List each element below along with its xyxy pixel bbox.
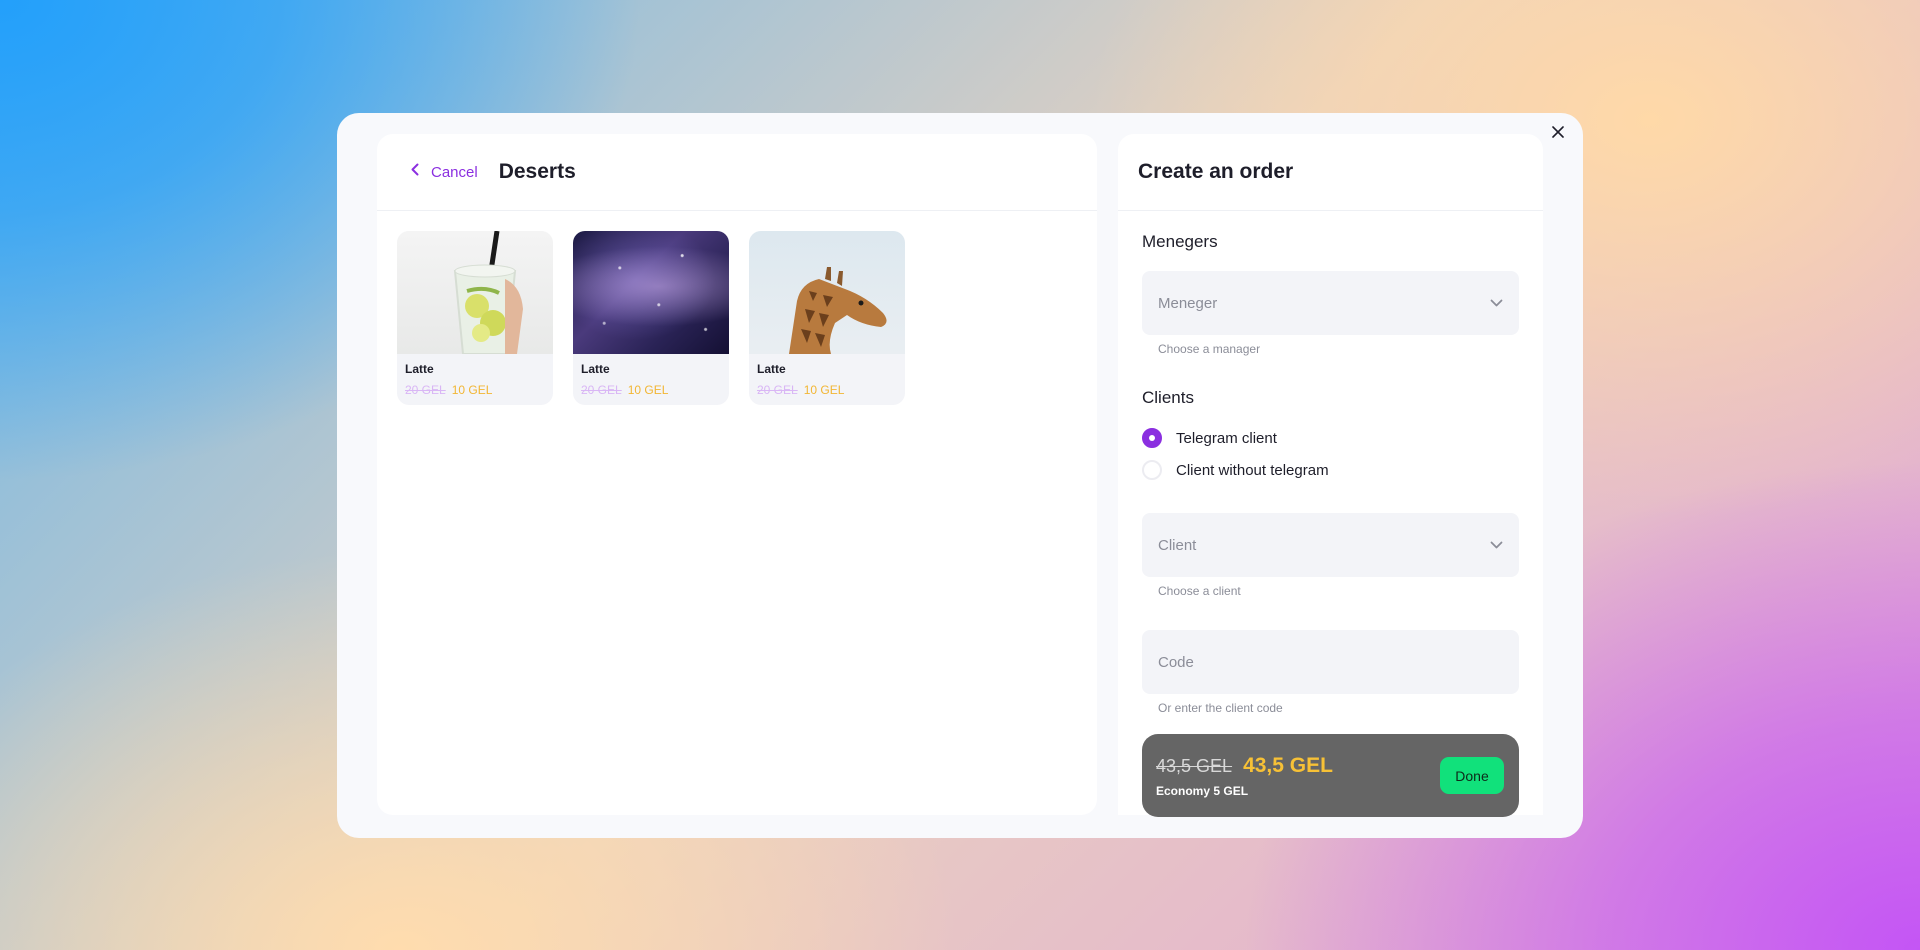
manager-select[interactable]: Meneger bbox=[1142, 271, 1519, 335]
summary-old-total: 43,5 GEL bbox=[1156, 755, 1233, 776]
cancel-label: Cancel bbox=[431, 163, 478, 181]
product-old-price: 20 GEL bbox=[757, 383, 798, 397]
radio-label: Telegram client bbox=[1176, 429, 1277, 447]
product-grid: Latte 20 GEL 10 GEL Latte 20 GEL 10 GEL bbox=[377, 211, 1097, 405]
product-new-price: 10 GEL bbox=[803, 383, 845, 397]
client-select[interactable]: Client bbox=[1142, 513, 1519, 577]
close-icon bbox=[1552, 125, 1564, 143]
client-type-radio-group: Telegram client Client without telegram bbox=[1142, 428, 1519, 480]
product-new-price: 10 GEL bbox=[627, 383, 669, 397]
create-order-modal: Cancel Deserts Latte 20 GEL 10 GEL Latte… bbox=[337, 113, 1583, 838]
done-button[interactable]: Done bbox=[1440, 757, 1504, 794]
product-card[interactable]: Latte 20 GEL 10 GEL bbox=[397, 231, 553, 405]
category-title: Deserts bbox=[498, 160, 576, 183]
order-form: Menegers Meneger Choose a manager Client… bbox=[1118, 232, 1543, 715]
product-name: Latte bbox=[405, 362, 434, 376]
close-button[interactable] bbox=[1547, 123, 1569, 145]
chevron-down-icon bbox=[1490, 294, 1503, 312]
order-summary-bar: 43,5 GEL 43,5 GEL Economy 5 GEL Done bbox=[1142, 734, 1519, 817]
product-new-price: 10 GEL bbox=[451, 383, 493, 397]
manager-select-placeholder: Meneger bbox=[1158, 294, 1218, 312]
giraffe-photo bbox=[749, 231, 905, 354]
products-header: Cancel Deserts bbox=[377, 134, 1097, 211]
products-panel: Cancel Deserts Latte 20 GEL 10 GEL Latte… bbox=[377, 134, 1097, 815]
radio-telegram-client[interactable]: Telegram client bbox=[1142, 428, 1519, 448]
product-name: Latte bbox=[757, 362, 786, 376]
galaxy-photo bbox=[573, 231, 729, 354]
product-old-price: 20 GEL bbox=[581, 383, 622, 397]
chevron-left-icon bbox=[411, 163, 419, 181]
client-helper-text: Choose a client bbox=[1158, 584, 1241, 598]
radio-unchecked-icon bbox=[1142, 460, 1162, 480]
code-helper-text: Or enter the client code bbox=[1158, 701, 1283, 715]
product-name: Latte bbox=[581, 362, 610, 376]
product-old-price: 20 GEL bbox=[405, 383, 446, 397]
client-select-placeholder: Client bbox=[1158, 536, 1197, 554]
summary-economy: Economy 5 GEL bbox=[1156, 783, 1249, 798]
lemonade-photo bbox=[397, 231, 553, 354]
order-header: Create an order bbox=[1118, 134, 1543, 211]
order-panel: Create an order Menegers Meneger Choose … bbox=[1118, 134, 1543, 815]
manager-helper-text: Choose a manager bbox=[1158, 342, 1261, 356]
order-title: Create an order bbox=[1138, 160, 1294, 183]
radio-label: Client without telegram bbox=[1176, 461, 1329, 479]
product-card[interactable]: Latte 20 GEL 10 GEL bbox=[749, 231, 905, 405]
client-code-input[interactable] bbox=[1142, 630, 1519, 694]
cancel-button[interactable]: Cancel bbox=[411, 163, 478, 181]
product-card[interactable]: Latte 20 GEL 10 GEL bbox=[573, 231, 729, 405]
radio-client-without-telegram[interactable]: Client without telegram bbox=[1142, 460, 1519, 480]
chevron-down-icon bbox=[1490, 536, 1503, 554]
radio-checked-icon bbox=[1142, 428, 1162, 448]
managers-section-title: Menegers bbox=[1142, 232, 1218, 251]
summary-new-total: 43,5 GEL bbox=[1243, 753, 1333, 777]
clients-section-title: Clients bbox=[1142, 388, 1194, 407]
